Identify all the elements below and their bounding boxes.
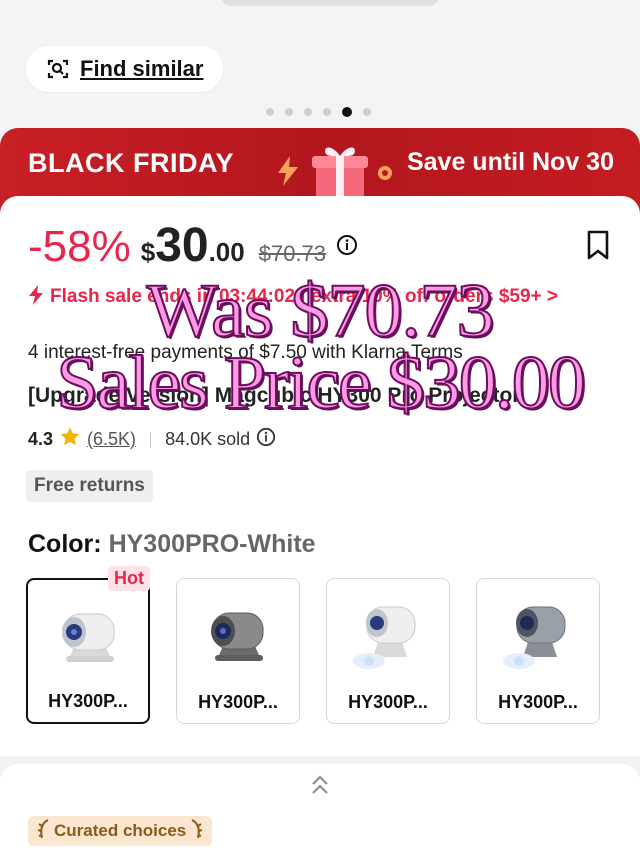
color-swatch-4[interactable]: HY300P... — [476, 578, 600, 724]
info-icon[interactable] — [256, 427, 276, 452]
projector-white-image — [50, 594, 130, 678]
review-count-link[interactable]: (6.5K) — [87, 429, 136, 450]
color-swatch-1[interactable]: Hot HY300P... — [26, 566, 150, 724]
color-swatch-2[interactable]: HY300P... — [176, 578, 300, 724]
color-label-key: Color: — [28, 530, 102, 558]
banner-subtitle: Save until Nov 30 — [406, 148, 614, 176]
color-swatches: Hot HY300P... HY300P... HY300P... HY300P… — [26, 566, 600, 724]
product-title: [Upgrade Version] Magcubic HY300 Pro Pro… — [28, 384, 521, 407]
product-image-edge — [220, 0, 440, 6]
carousel-dot[interactable] — [266, 108, 274, 116]
swatch-name: HY300P... — [498, 692, 578, 712]
original-price: $70.73 — [258, 241, 327, 266]
star-icon — [59, 426, 81, 453]
hot-badge: Hot — [108, 566, 150, 591]
color-swatch-3[interactable]: HY300P... — [326, 578, 450, 724]
projector-white-light-image — [349, 593, 429, 677]
bookmark-icon[interactable] — [586, 230, 610, 265]
find-similar-button[interactable]: Find similar — [26, 46, 224, 92]
flash-sale-text: Flash sale ends in 03:44:02 | extra 10% … — [50, 286, 559, 307]
decor-ring-icon — [378, 166, 392, 180]
flash-sale-notice[interactable]: Flash sale ends in 03:44:02 | extra 10% … — [28, 284, 598, 313]
price-row: -58% $ 30 .00 $70.73 — [28, 218, 358, 273]
color-label-value: HY300PRO-White — [108, 530, 316, 558]
image-search-icon — [46, 57, 70, 81]
price-currency: $ — [140, 237, 156, 267]
color-selector-label: Color: HY300PRO-White — [28, 530, 316, 559]
laurel-left-icon — [37, 818, 50, 845]
divider — [150, 431, 152, 448]
lightning-icon — [276, 156, 300, 191]
find-similar-label: Find similar — [80, 56, 204, 81]
info-icon[interactable] — [336, 234, 358, 261]
discount-badge: -58% — [28, 222, 131, 271]
flash-bolt-icon — [28, 285, 44, 313]
laurel-right-icon — [190, 818, 203, 845]
free-returns-badge[interactable]: Free returns — [26, 470, 153, 502]
price-integer: 30 — [155, 219, 209, 272]
gift-icon — [310, 142, 370, 200]
bottom-sheet[interactable]: Curated choices — [0, 764, 640, 853]
product-info-card: -58% $ 30 .00 $70.73 Flash sale ends in … — [0, 196, 640, 756]
curated-choices-label: Curated choices — [54, 821, 187, 840]
swatch-name: HY300P... — [348, 692, 428, 712]
price-decimal: .00 — [208, 237, 245, 267]
carousel-dot[interactable] — [323, 108, 331, 116]
sold-count: 84.0K sold — [165, 429, 251, 449]
carousel-dots — [266, 107, 371, 117]
projector-gray-image — [199, 593, 279, 677]
banner-title: BLACK FRIDAY — [28, 148, 235, 178]
curated-choices-badge[interactable]: Curated choices — [28, 816, 213, 846]
swatch-name: HY300P... — [198, 692, 278, 712]
carousel-dot[interactable] — [363, 108, 371, 116]
swatch-name: HY300P... — [48, 691, 128, 711]
installments-info[interactable]: 4 interest-free payments of $7.50 with K… — [28, 342, 463, 364]
projector-gray-light-image — [499, 593, 579, 677]
carousel-dot[interactable] — [304, 108, 312, 116]
chevron-up-icon[interactable] — [311, 774, 329, 801]
carousel-dot-active[interactable] — [342, 107, 352, 117]
rating-row: 4.3 (6.5K) 84.0K sold — [28, 426, 276, 453]
carousel-dot[interactable] — [285, 108, 293, 116]
installments-text: 4 interest-free payments of $7.50 with K… — [28, 342, 463, 363]
rating-score: 4.3 — [28, 429, 54, 449]
